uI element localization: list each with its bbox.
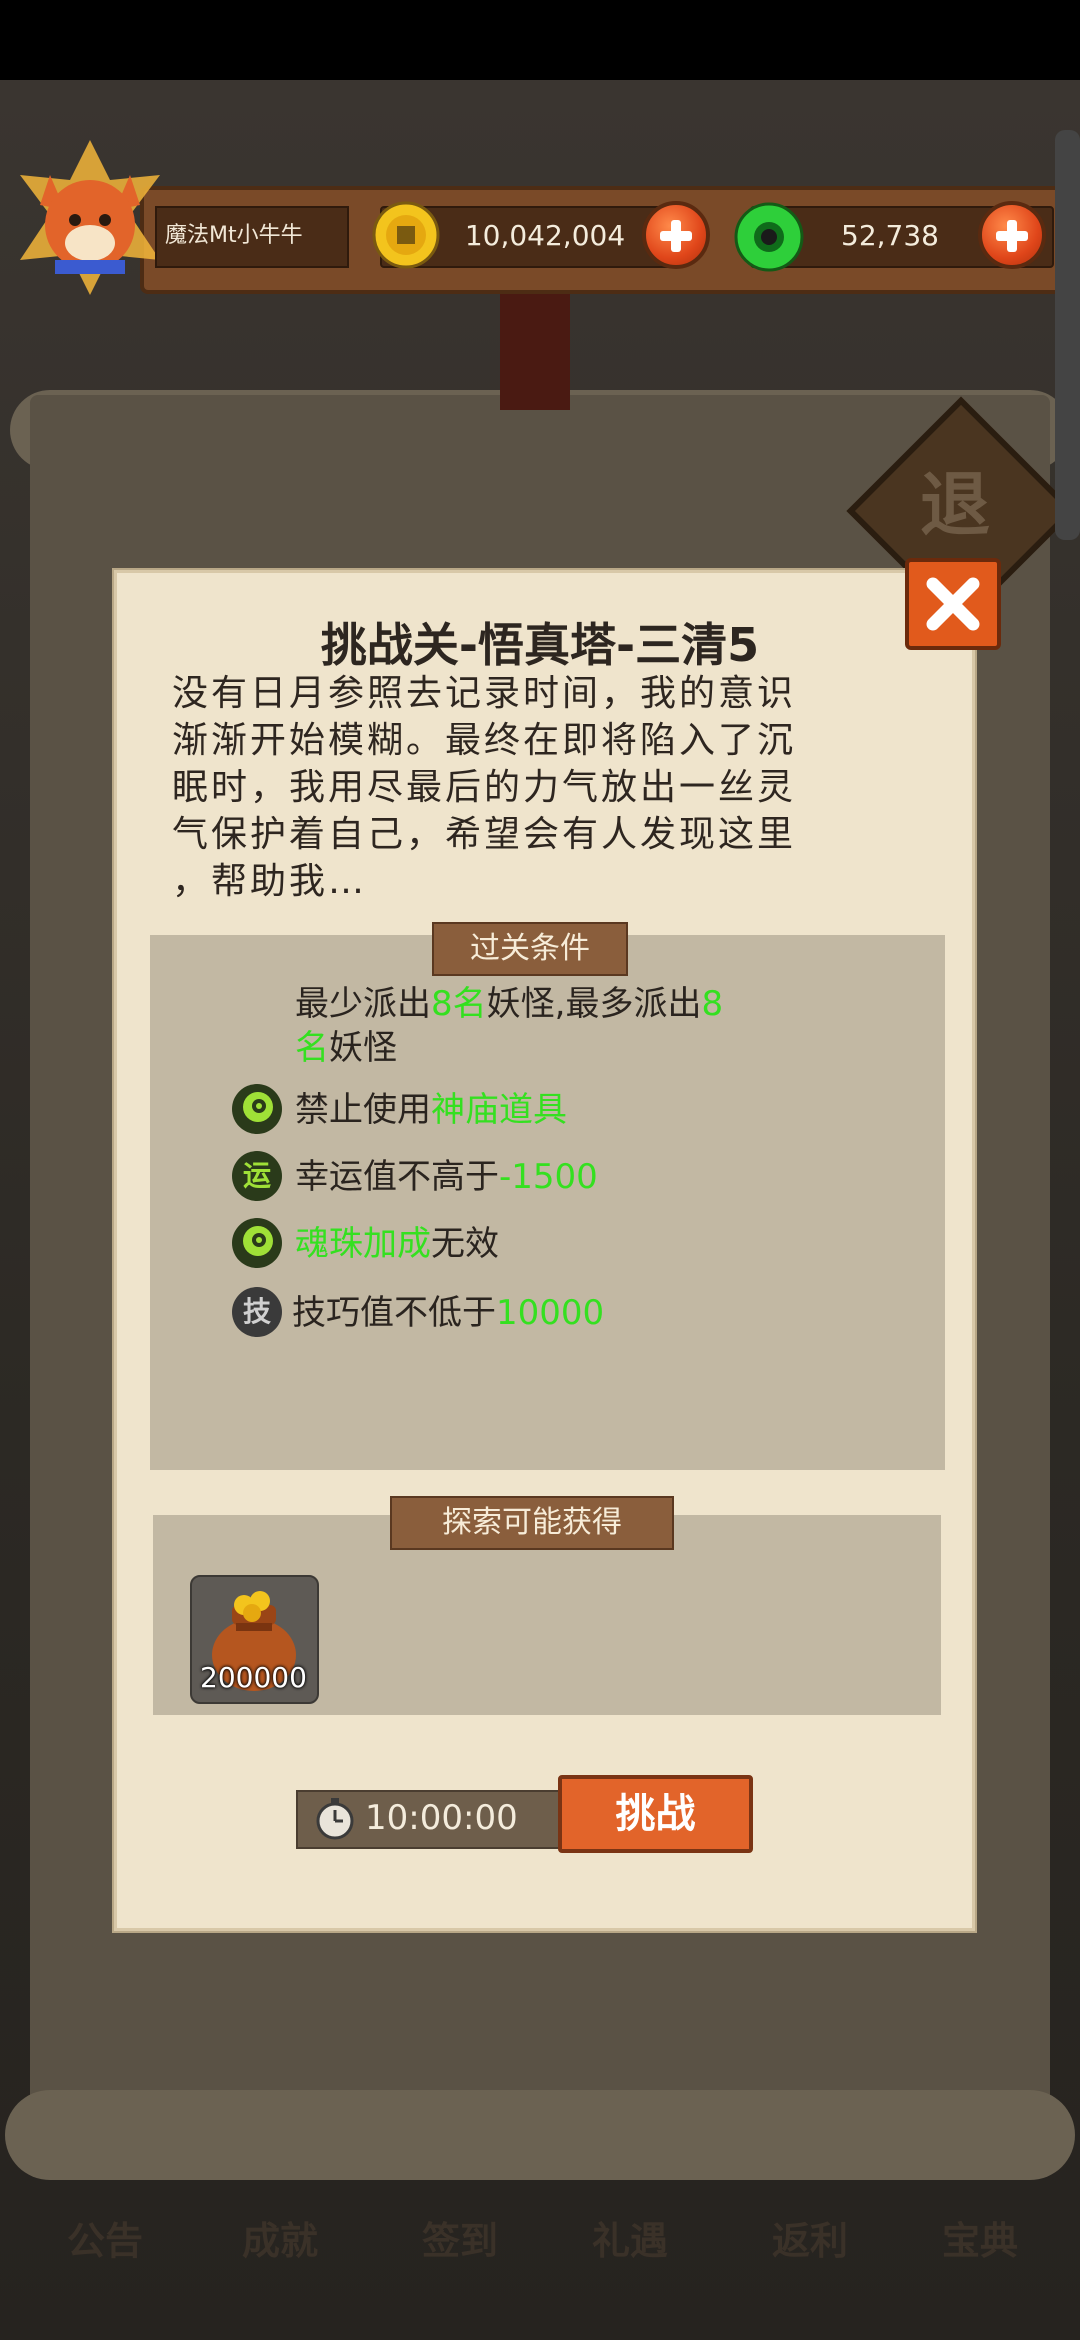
nav-item-announcement[interactable]: 公告 [35,2210,175,2270]
stopwatch-icon [316,1798,354,1840]
nav-item-guide[interactable]: 宝典 [910,2210,1050,2270]
timer-value: 10:00:00 [365,1798,518,1838]
background-banner [500,290,570,410]
skill-icon: 技 [232,1287,282,1337]
soul-orb-condition: 魂珠加成无效 [295,1224,499,1264]
add-coins-button[interactable] [642,201,710,269]
soul-orb-icon [232,1084,282,1134]
nav-item-rebate[interactable]: 返利 [740,2210,880,2270]
challenge-button[interactable]: 挑战 [558,1775,753,1853]
exit-label: 退 [920,464,990,546]
status-bar [0,0,1080,80]
story-line: 没有日月参照去记录时间，我的意识 [172,673,797,714]
nav-item-signin[interactable]: 签到 [390,2210,530,2270]
luck-icon: 运 [232,1151,282,1201]
dispatch-condition-line2: 名妖怪 [295,1028,397,1068]
player-name: 魔法Mt小牛牛 [165,223,303,248]
story-line: 渐渐开始模糊。最终在即将陷入了沉 [172,720,797,761]
side-scroll-handle[interactable] [1055,130,1080,540]
jade-amount: 52,738 [841,219,939,252]
jade-icon [734,202,804,272]
gold-coin-icon [372,201,440,269]
add-jade-button[interactable] [978,201,1046,269]
rewards-tab: 探索可能获得 [390,1496,674,1550]
skill-condition: 技巧值不低于10000 [292,1293,605,1333]
soul-orb-icon [232,1218,282,1268]
story-line: 气保护着自己，希望会有人发现这里 [172,814,797,855]
conditions-tab: 过关条件 [432,922,628,976]
reward-quantity: 200000 [200,1661,307,1694]
luck-condition: 幸运值不高于-1500 [295,1157,598,1197]
coin-amount: 10,042,004 [464,219,626,252]
nav-item-gift[interactable]: 礼遇 [560,2210,700,2270]
fox-avatar-icon[interactable] [10,135,170,300]
story-text: 没有日月参照去记录时间，我的意识 渐渐开始模糊。最终在即将陷入了沉 眠时，我用尽… [172,670,922,910]
story-line: ，帮助我… [172,861,368,902]
item-ban-condition: 禁止使用神庙道具 [295,1090,567,1130]
close-icon[interactable] [905,558,1001,650]
nav-item-achievement[interactable]: 成就 [210,2210,350,2270]
background-scroll-bottom [5,2090,1075,2180]
dispatch-condition-line1: 最少派出8名妖怪,最多派出8 [295,984,724,1024]
story-line: 眠时，我用尽最后的力气放出一丝灵 [172,767,797,808]
